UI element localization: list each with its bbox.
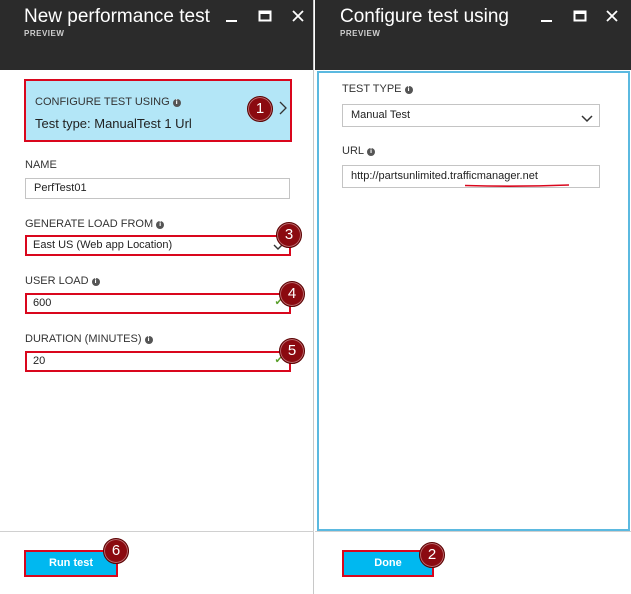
annotation-badge-2: 2 xyxy=(419,542,445,568)
user-load-value: 600 xyxy=(33,297,52,309)
user-load-label-text: USER LOAD xyxy=(25,275,89,287)
active-pane-outline xyxy=(317,71,630,531)
user-load-label: USER LOAD i xyxy=(25,275,100,287)
info-icon: i xyxy=(144,336,153,344)
maximize-icon[interactable] xyxy=(258,9,272,23)
close-icon[interactable] xyxy=(291,9,305,23)
minimize-icon[interactable] xyxy=(540,9,554,23)
generate-load-from-value: East US (Web app Location) xyxy=(33,239,173,251)
annotation-badge-3: 3 xyxy=(276,222,302,248)
config-card-value: Test type: ManualTest 1 Url xyxy=(35,116,192,131)
blade-title: Configure test using xyxy=(340,6,509,27)
blade-subtitle: PREVIEW xyxy=(24,29,65,38)
chevron-right-icon xyxy=(279,101,287,120)
name-input[interactable]: PerfTest01 xyxy=(25,178,290,199)
footer-divider xyxy=(0,531,314,532)
blade-header: Configure test using PREVIEW xyxy=(315,0,631,70)
annotation-badge-5: 5 xyxy=(279,338,305,364)
minimize-icon[interactable] xyxy=(225,9,239,23)
config-card-title: CONFIGURE TEST USING i xyxy=(35,96,181,108)
info-icon: i xyxy=(91,278,100,286)
new-performance-test-blade: New performance test PREVIEW CONFIGURE T… xyxy=(0,0,314,594)
footer-divider xyxy=(315,531,631,532)
name-label: NAME xyxy=(25,159,57,171)
blade-title: New performance test xyxy=(24,6,210,27)
generate-load-from-label: GENERATE LOAD FROM i xyxy=(25,218,165,230)
blade-subtitle: PREVIEW xyxy=(340,29,381,38)
maximize-icon[interactable] xyxy=(573,9,587,23)
annotation-badge-1: 1 xyxy=(247,96,273,122)
duration-value: 20 xyxy=(33,355,46,367)
user-load-input[interactable]: 600 ✔ xyxy=(25,293,291,314)
annotation-badge-4: 4 xyxy=(279,281,305,307)
duration-label: DURATION (MINUTES) i xyxy=(25,333,153,345)
close-icon[interactable] xyxy=(605,9,619,23)
info-icon: i xyxy=(156,221,165,229)
annotation-badge-6: 6 xyxy=(103,538,129,564)
duration-input[interactable]: 20 ✔ xyxy=(25,351,291,372)
url-red-underline xyxy=(465,184,569,187)
info-icon: i xyxy=(172,99,181,107)
generate-load-from-label-text: GENERATE LOAD FROM xyxy=(25,218,154,230)
blade-header: New performance test PREVIEW xyxy=(0,0,313,70)
generate-load-from-select[interactable]: East US (Web app Location) xyxy=(25,235,291,256)
duration-label-text: DURATION (MINUTES) xyxy=(25,333,142,345)
config-card-title-text: CONFIGURE TEST USING xyxy=(35,96,170,108)
